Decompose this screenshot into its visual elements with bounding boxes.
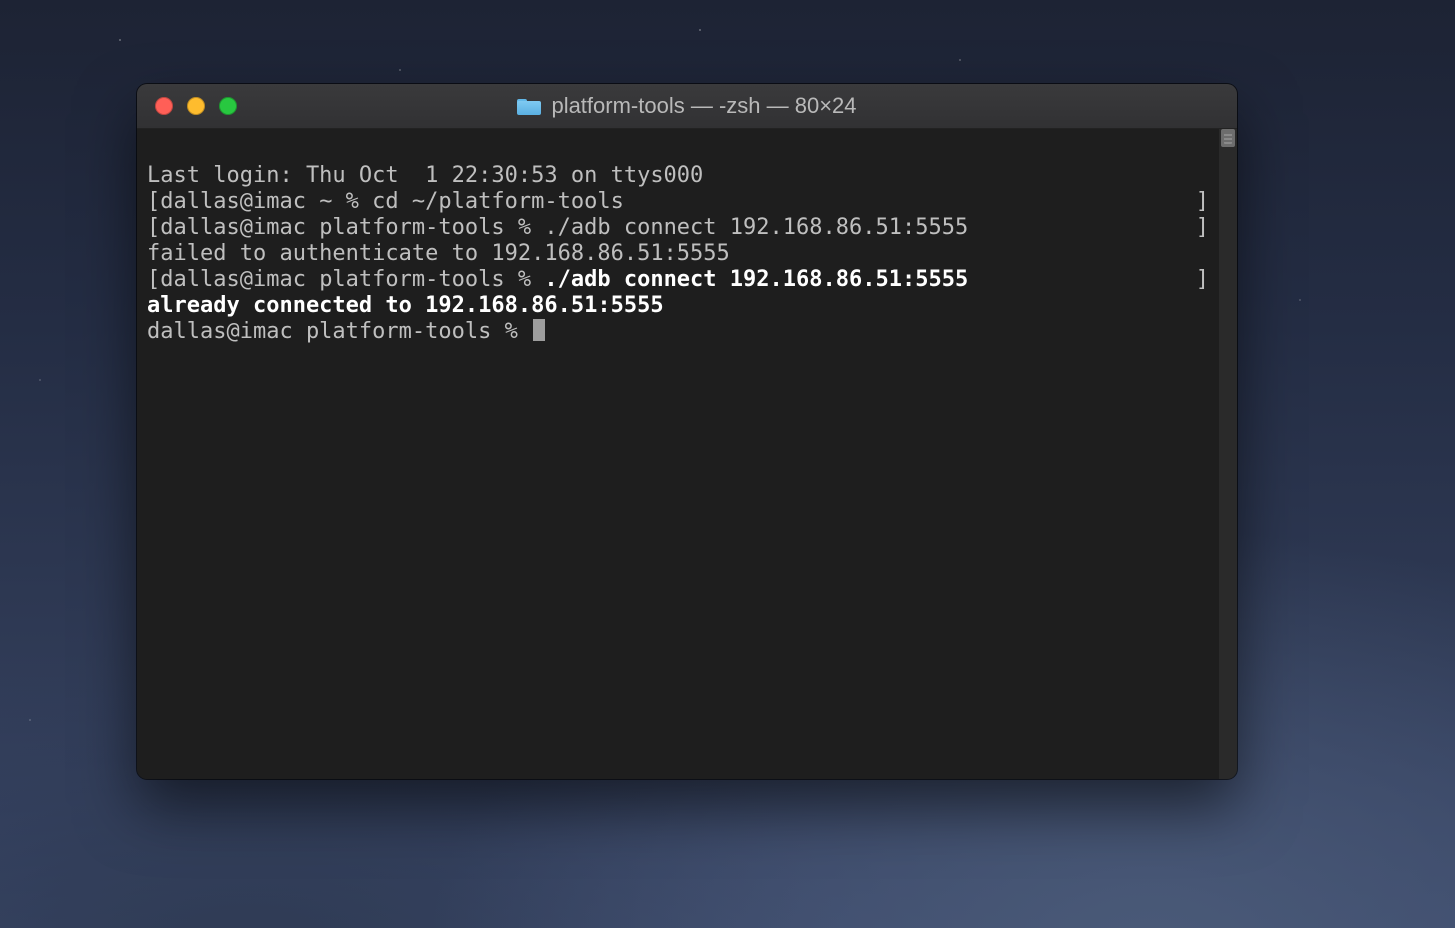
terminal-line: failed to authenticate to 192.168.86.51:… — [147, 241, 730, 266]
window-title: platform-tools — -zsh — 80×24 — [137, 93, 1237, 119]
terminal-line: already connected to 192.168.86.51:5555 — [147, 293, 664, 318]
scrollbar-thumb[interactable] — [1221, 129, 1235, 147]
terminal-output[interactable]: Last login: Thu Oct 1 22:30:53 on ttys00… — [137, 129, 1219, 779]
terminal-line: Last login: Thu Oct 1 22:30:53 on ttys00… — [147, 163, 703, 188]
terminal-body: Last login: Thu Oct 1 22:30:53 on ttys00… — [137, 129, 1237, 779]
window-titlebar[interactable]: platform-tools — -zsh — 80×24 — [137, 84, 1237, 129]
window-controls — [137, 97, 237, 115]
window-title-text: platform-tools — -zsh — 80×24 — [551, 93, 856, 119]
terminal-cursor[interactable] — [533, 319, 545, 341]
folder-icon — [517, 97, 541, 115]
desktop-background: platform-tools — -zsh — 80×24 Last login… — [0, 0, 1455, 928]
zoom-button[interactable] — [219, 97, 237, 115]
terminal-line: [dallas@imac ~ % cd ~/platform-tools] — [147, 189, 1209, 215]
terminal-line: [dallas@imac platform-tools % ./adb conn… — [147, 267, 1209, 293]
terminal-scrollbar[interactable] — [1219, 129, 1237, 779]
terminal-window: platform-tools — -zsh — 80×24 Last login… — [137, 84, 1237, 779]
minimize-button[interactable] — [187, 97, 205, 115]
terminal-line: [dallas@imac platform-tools % ./adb conn… — [147, 215, 1209, 241]
close-button[interactable] — [155, 97, 173, 115]
terminal-prompt: dallas@imac platform-tools % — [147, 319, 531, 344]
